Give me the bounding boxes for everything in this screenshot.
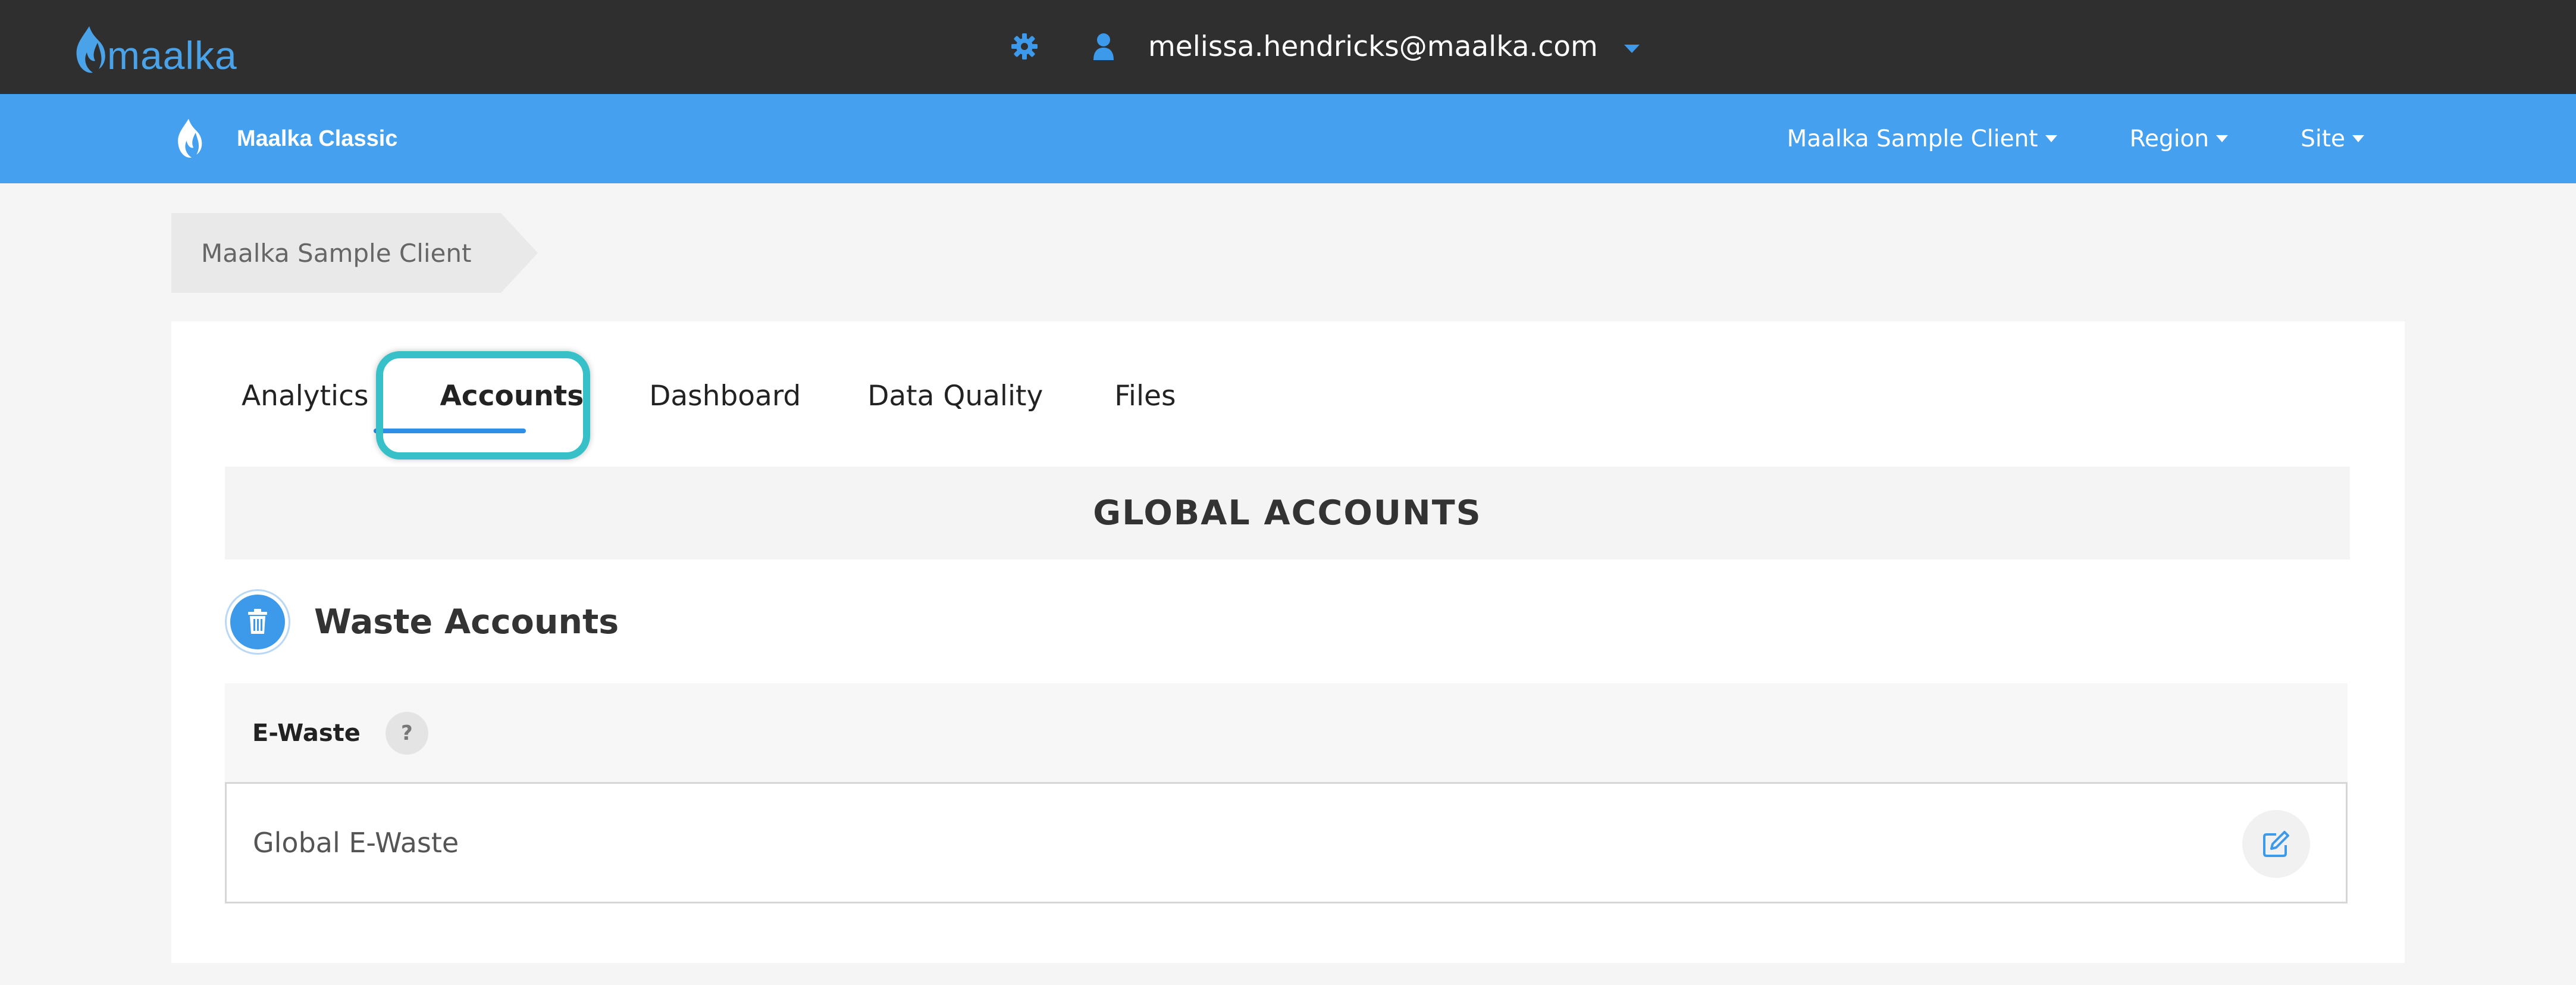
edit-account-button[interactable] [2242, 810, 2310, 878]
user-icon[interactable] [1092, 33, 1115, 60]
breadcrumb-item[interactable]: Maalka Sample Client [171, 213, 502, 293]
nav-brand-label: Maalka Classic [237, 126, 398, 151]
site-dropdown[interactable]: Site [2301, 126, 2364, 152]
help-icon[interactable]: ? [385, 712, 428, 755]
trash-badge-inner [230, 595, 285, 649]
tab-analytics[interactable]: Analytics [242, 380, 368, 412]
user-email[interactable]: melissa.hendricks@maalka.com [1148, 30, 1598, 63]
trash-badge [225, 589, 290, 655]
tab-data-quality[interactable]: Data Quality [867, 380, 1043, 412]
waste-accounts-heading: Waste Accounts [225, 589, 619, 655]
client-dropdown[interactable]: Maalka Sample Client [1787, 126, 2057, 152]
section-header: GLOBAL ACCOUNTS [225, 467, 2350, 559]
trash-icon [248, 609, 267, 634]
flame-brand-icon [178, 118, 202, 158]
account-name: Global E-Waste [253, 827, 459, 859]
logo-text: maalka [107, 33, 237, 77]
top-bar: maalka melissa.hendricks@maalka.com [0, 0, 2576, 94]
tab-files[interactable]: Files [1114, 380, 1176, 412]
user-menu[interactable]: melissa.hendricks@maalka.com [1011, 21, 1641, 71]
gear-icon[interactable] [1011, 33, 1038, 60]
account-row: Global E-Waste [225, 782, 2348, 903]
account-group-label: E-Waste [252, 720, 361, 747]
waste-accounts-title: Waste Accounts [314, 602, 619, 642]
breadcrumb-arrow [501, 213, 538, 293]
nav-brand[interactable]: Maalka Classic [174, 118, 397, 160]
caret-down-icon [2216, 135, 2229, 142]
tab-highlight-outline [376, 351, 590, 459]
account-group-header: E-Waste ? [225, 683, 2348, 783]
section-title: GLOBAL ACCOUNTS [1093, 493, 1482, 533]
content-card: Analytics Accounts Dashboard Data Qualit… [171, 321, 2405, 963]
nav-dropdowns: Maalka Sample Client Region Site [1715, 94, 2364, 183]
tab-dashboard[interactable]: Dashboard [649, 380, 801, 412]
client-dropdown-label: Maalka Sample Client [1787, 125, 2038, 152]
region-dropdown-label: Region [2129, 125, 2210, 152]
region-dropdown[interactable]: Region [2130, 126, 2229, 152]
edit-icon [2263, 831, 2289, 857]
caret-down-icon [2045, 135, 2057, 142]
flame-logo-icon [76, 26, 105, 73]
caret-down-icon [2352, 135, 2364, 142]
breadcrumb: Maalka Sample Client [171, 213, 538, 293]
site-dropdown-label: Site [2301, 125, 2345, 152]
maalka-logo[interactable]: maalka [71, 21, 237, 75]
main-navbar: Maalka Classic Maalka Sample Client Regi… [0, 94, 2576, 183]
caret-down-icon[interactable] [1623, 43, 1641, 55]
